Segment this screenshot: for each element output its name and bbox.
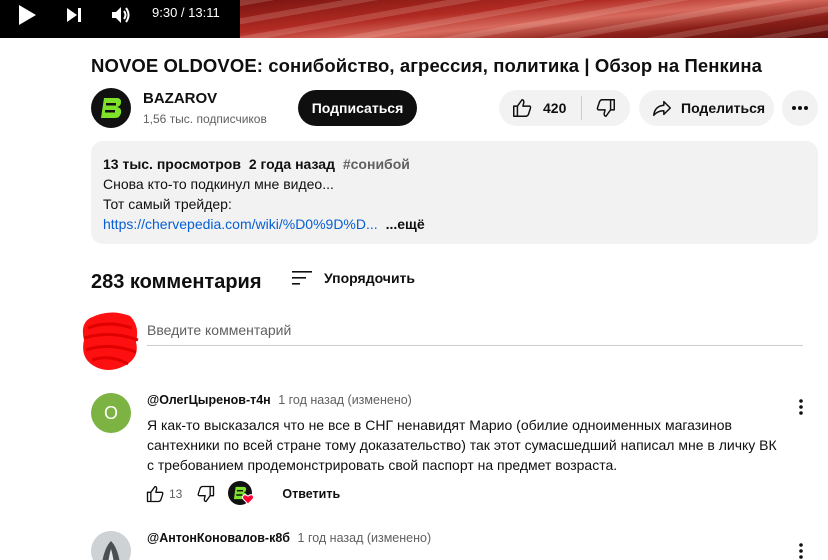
comment-item: @АнтонКоновалов-к8б 1 год назад (изменен… [91,531,811,560]
comment-header: @ОлегЦыренов-т4н 1 год назад (изменено) [147,393,412,407]
description-line: Тот самый трейдер: [103,196,232,212]
video-frame[interactable] [240,0,828,38]
video-title: NOVOE OLDOVOE: сонибойство, агрессия, по… [91,55,763,76]
play-icon [19,5,36,25]
dislike-button[interactable] [582,90,630,126]
more-actions-button[interactable] [782,90,818,126]
video-player-controls: 9:30 / 13:11 [0,0,828,38]
more-vertical-icon [799,543,803,559]
volume-icon [112,7,130,23]
comment-author[interactable]: @ОлегЦыренов-т4н [147,393,271,407]
hashtag-link[interactable]: #сонибой [343,156,410,172]
next-button[interactable] [64,0,84,30]
share-button[interactable]: Поделиться [639,90,774,126]
upload-age: 2 года назад [248,156,335,172]
description-box[interactable]: 13 тыс. просмотров 2 года назад #сонибой… [91,141,818,244]
comment-header: @АнтонКоновалов-к8б 1 год назад (изменен… [147,531,431,545]
thumbs-up-icon[interactable] [145,484,165,504]
comment-item: О @ОлегЦыренов-т4н 1 год назад (изменено… [91,393,811,513]
channel-logo-icon [101,98,122,118]
channel-avatar[interactable] [91,88,131,128]
comment-time[interactable]: 1 год назад (изменено) [278,393,412,407]
channel-name[interactable]: BAZAROV [143,90,217,107]
comment-input[interactable]: Введите комментарий [147,322,803,346]
view-count: 13 тыс. просмотров [103,156,241,172]
description-link[interactable]: https://chervepedia.com/wiki/%D0%9D%D... [103,216,378,232]
comment-text: Я как-то высказался что не все в СНГ нен… [147,417,777,473]
thumbs-down-icon[interactable] [196,484,216,504]
share-label: Поделиться [681,100,766,116]
show-more-button[interactable]: ...ещё [386,216,425,232]
like-count: 420 [543,100,567,116]
description-meta: 13 тыс. просмотров 2 года назад #сонибой [103,154,806,174]
like-button[interactable]: 420 [499,90,581,126]
more-horizontal-icon [792,106,808,110]
sort-icon [292,271,312,285]
heart-icon [242,494,255,505]
comment-like-count: 13 [169,487,183,501]
more-vertical-icon [799,399,803,415]
comment-menu-button[interactable] [799,543,803,560]
comments-count: 283 комментария [91,271,262,293]
comment-time[interactable]: 1 год назад (изменено) [298,531,432,545]
share-icon [653,100,671,117]
sort-button[interactable]: Упорядочить [292,270,415,286]
user-avatar-redacted [82,312,139,370]
creator-heart-badge [228,481,255,507]
volume-button[interactable] [110,0,134,30]
thumbs-down-icon [596,99,615,117]
avatar-letter: О [103,402,118,423]
comment-avatar[interactable]: О [91,393,131,433]
like-dislike-group: 420 [499,90,630,126]
subscribe-button[interactable]: Подписаться [298,90,417,126]
sort-label: Упорядочить [324,270,416,286]
skip-next-icon [67,8,81,22]
reply-button[interactable]: Ответить [282,487,340,501]
comment-avatar[interactable] [91,531,131,560]
avatar-image [91,531,131,560]
thumbs-up-icon [513,99,532,117]
subscriber-count: 1,56 тыс. подписчиков [143,112,267,126]
description-line: Снова кто-то подкинул мне видео... [103,176,334,192]
play-button[interactable] [16,0,38,30]
comment-menu-button[interactable] [799,399,803,420]
time-display: 9:30 / 13:11 [152,5,220,20]
comment-author[interactable]: @АнтонКоновалов-к8б [147,531,290,545]
comment-actions: 13 Ответить [145,481,340,507]
